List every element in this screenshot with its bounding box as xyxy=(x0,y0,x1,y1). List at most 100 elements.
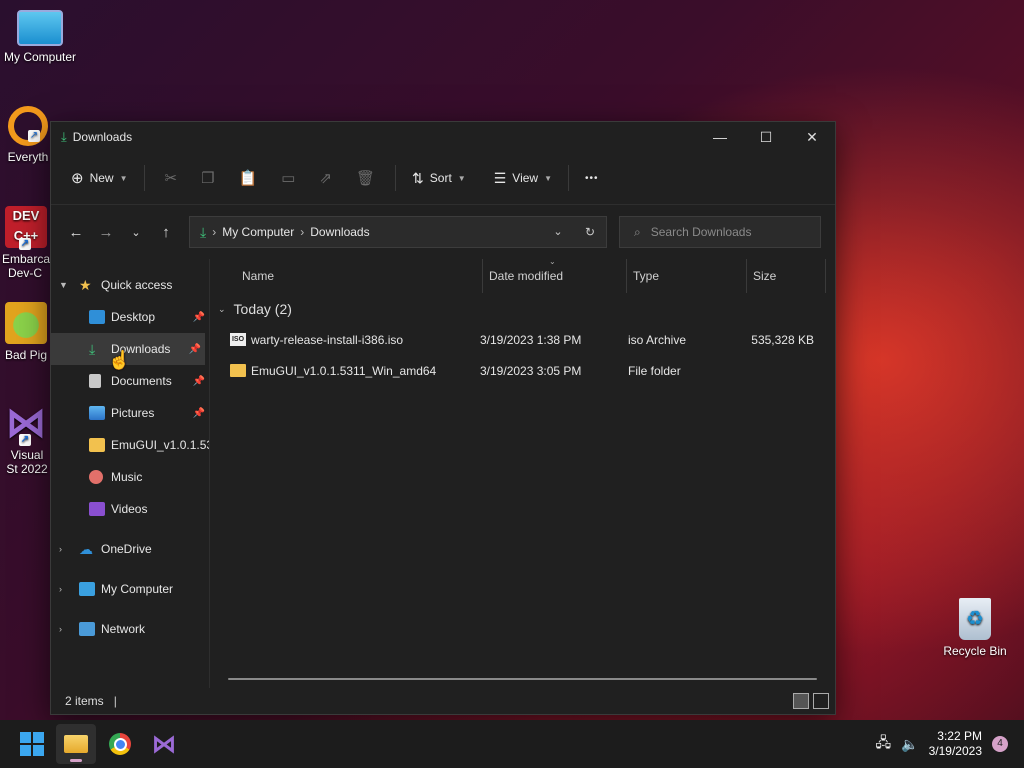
toolbar-separator xyxy=(568,165,569,191)
nav-label: OneDrive xyxy=(101,542,152,556)
everything-app-icon: ↗ xyxy=(8,106,48,146)
start-button[interactable] xyxy=(12,724,52,764)
horizontal-scrollbar[interactable] xyxy=(228,678,817,680)
desktop-icon-label: Visual St 2022 xyxy=(6,448,48,476)
item-count: 2 items xyxy=(65,694,104,708)
search-placeholder: Search Downloads xyxy=(650,225,752,239)
desktop-icon-devcpp[interactable]: DEV C++ ↗ Embarca Dev-C xyxy=(0,206,56,280)
view-lines-icon: ☰ xyxy=(493,169,507,186)
nav-label: Desktop xyxy=(111,310,156,324)
rename-button[interactable]: ▭ xyxy=(269,163,307,193)
nav-network[interactable]: › Network xyxy=(51,613,209,645)
nav-item-pictures[interactable]: Pictures 📌 xyxy=(51,397,209,429)
address-bar[interactable]: ⤓ › My Computer › Downloads ⌄ ↻ xyxy=(189,216,607,248)
desktop-icon-label: Bad Pig xyxy=(4,348,48,362)
taskbar-file-explorer[interactable] xyxy=(56,724,96,764)
more-options-button[interactable]: ••• xyxy=(577,167,607,190)
title-bar[interactable]: ⤓ Downloads — ☐ ✕ xyxy=(51,122,835,152)
breadcrumb-my-computer[interactable]: My Computer xyxy=(222,225,294,239)
music-icon xyxy=(89,470,103,484)
share-button[interactable]: ⇗ xyxy=(307,163,344,193)
volume-icon[interactable]: 🔈 xyxy=(901,736,918,753)
status-divider: | xyxy=(113,694,117,708)
nav-label: Videos xyxy=(111,502,148,516)
file-row[interactable]: ISO warty-release-install-i386.iso 3/19/… xyxy=(210,324,835,355)
chevron-down-icon: ⌄ xyxy=(218,303,226,314)
column-label: Size xyxy=(753,269,777,283)
nav-label: Music xyxy=(111,470,143,484)
download-arrow-icon: ⤓ xyxy=(61,129,67,144)
monitor-icon xyxy=(17,10,63,46)
column-header-name[interactable]: Name xyxy=(210,259,482,293)
file-name: EmuGUI_v1.0.1.5311_Win_amd64 xyxy=(251,363,437,378)
chevron-down-icon: ▼ xyxy=(119,173,128,183)
breadcrumb-separator: › xyxy=(212,225,217,239)
network-icon[interactable]: 🖧 xyxy=(876,732,892,756)
sort-button[interactable]: ⇅ Sort ▼ xyxy=(404,164,474,193)
navigation-row: ← → ⌄ ↑ ⤓ › My Computer › Downloads ⌄ ↻ … xyxy=(51,205,835,259)
folder-icon xyxy=(64,735,88,753)
refresh-button[interactable]: ↻ xyxy=(574,225,606,239)
tiles-view-button[interactable] xyxy=(813,693,829,709)
nav-item-emugui-folder[interactable]: EmuGUI_v1.0.1.531 xyxy=(51,429,209,461)
shortcut-arrow-icon: ↗ xyxy=(19,238,31,250)
nav-my-computer[interactable]: › My Computer xyxy=(51,573,209,605)
toolbar-separator xyxy=(143,165,145,191)
new-button[interactable]: ⊕ New ▼ xyxy=(63,163,136,193)
clock[interactable]: 3:22 PM 3/19/2023 xyxy=(929,729,982,759)
search-box[interactable]: ⌕ Search Downloads xyxy=(619,216,821,248)
file-type: iso Archive xyxy=(628,332,687,347)
breadcrumb-downloads[interactable]: Downloads xyxy=(310,225,369,239)
desktop-icon-visual-studio[interactable]: ⋈ ↗ Visual St 2022 xyxy=(0,402,54,476)
up-button[interactable]: ↑ xyxy=(151,224,181,241)
delete-button[interactable]: 🗑 xyxy=(344,163,387,193)
taskbar-chrome[interactable] xyxy=(100,724,140,764)
desktop-icon-bad-piggies[interactable]: Bad Pig xyxy=(0,302,54,362)
videos-icon xyxy=(89,502,105,516)
details-view-button[interactable] xyxy=(793,693,809,709)
column-label: Name xyxy=(242,269,275,283)
file-date: 3/19/2023 3:05 PM xyxy=(480,363,582,378)
nav-quick-access[interactable]: ▼ ★ Quick access xyxy=(51,269,209,301)
desktop-icon-recycle-bin[interactable]: ♻ Recycle Bin xyxy=(935,598,1015,658)
maximize-button[interactable]: ☐ xyxy=(743,122,789,152)
nav-label: Documents xyxy=(111,374,172,388)
address-dropdown-button[interactable]: ⌄ xyxy=(542,225,574,239)
back-button[interactable]: ← xyxy=(61,224,91,241)
forward-button[interactable]: → xyxy=(91,224,121,241)
taskbar-visual-studio[interactable]: ⋈ xyxy=(144,724,184,764)
desktop-icon xyxy=(89,310,105,324)
desktop-icon-my-computer[interactable]: My Computer xyxy=(0,10,80,64)
nav-item-music[interactable]: Music xyxy=(51,461,209,493)
close-button[interactable]: ✕ xyxy=(789,122,835,152)
shortcut-arrow-icon: ↗ xyxy=(28,130,40,142)
monitor-icon xyxy=(79,582,95,596)
chevron-down-icon: ▼ xyxy=(59,280,68,290)
column-label: Type xyxy=(633,269,660,283)
column-header-type[interactable]: Type xyxy=(626,259,746,293)
minimize-button[interactable]: — xyxy=(697,122,743,152)
windows-logo-icon xyxy=(20,732,44,756)
navigation-pane: ▼ ★ Quick access Desktop 📌 ⤓ Downloads 📌… xyxy=(51,259,210,688)
network-icon xyxy=(79,622,95,636)
nav-item-videos[interactable]: Videos xyxy=(51,493,209,525)
download-arrow-icon: ⤓ xyxy=(200,223,207,240)
chevron-down-icon: ▼ xyxy=(544,173,552,183)
recent-locations-button[interactable]: ⌄ xyxy=(121,226,151,239)
paste-button[interactable]: 📋 xyxy=(227,163,270,193)
copy-button[interactable]: ❐ xyxy=(189,163,226,193)
group-header-today[interactable]: ⌄ Today (2) xyxy=(210,294,835,324)
column-label: Date modified xyxy=(489,269,564,283)
nav-onedrive[interactable]: › ☁ OneDrive xyxy=(51,533,209,565)
column-header-date[interactable]: Date modified ⌄ xyxy=(482,257,626,293)
copy-icon: ❐ xyxy=(201,170,215,187)
notification-badge[interactable]: 4 xyxy=(992,736,1008,752)
nav-item-desktop[interactable]: Desktop 📌 xyxy=(51,301,209,333)
folder-icon xyxy=(89,438,105,452)
file-row[interactable]: EmuGUI_v1.0.1.5311_Win_amd64 3/19/2023 3… xyxy=(210,355,835,386)
column-header-size[interactable]: Size xyxy=(746,259,826,293)
cut-button[interactable]: ✂ xyxy=(153,163,190,193)
nav-label: Pictures xyxy=(111,406,155,420)
view-button[interactable]: ☰ View ▼ xyxy=(486,164,560,193)
share-icon: ⇗ xyxy=(319,170,332,187)
